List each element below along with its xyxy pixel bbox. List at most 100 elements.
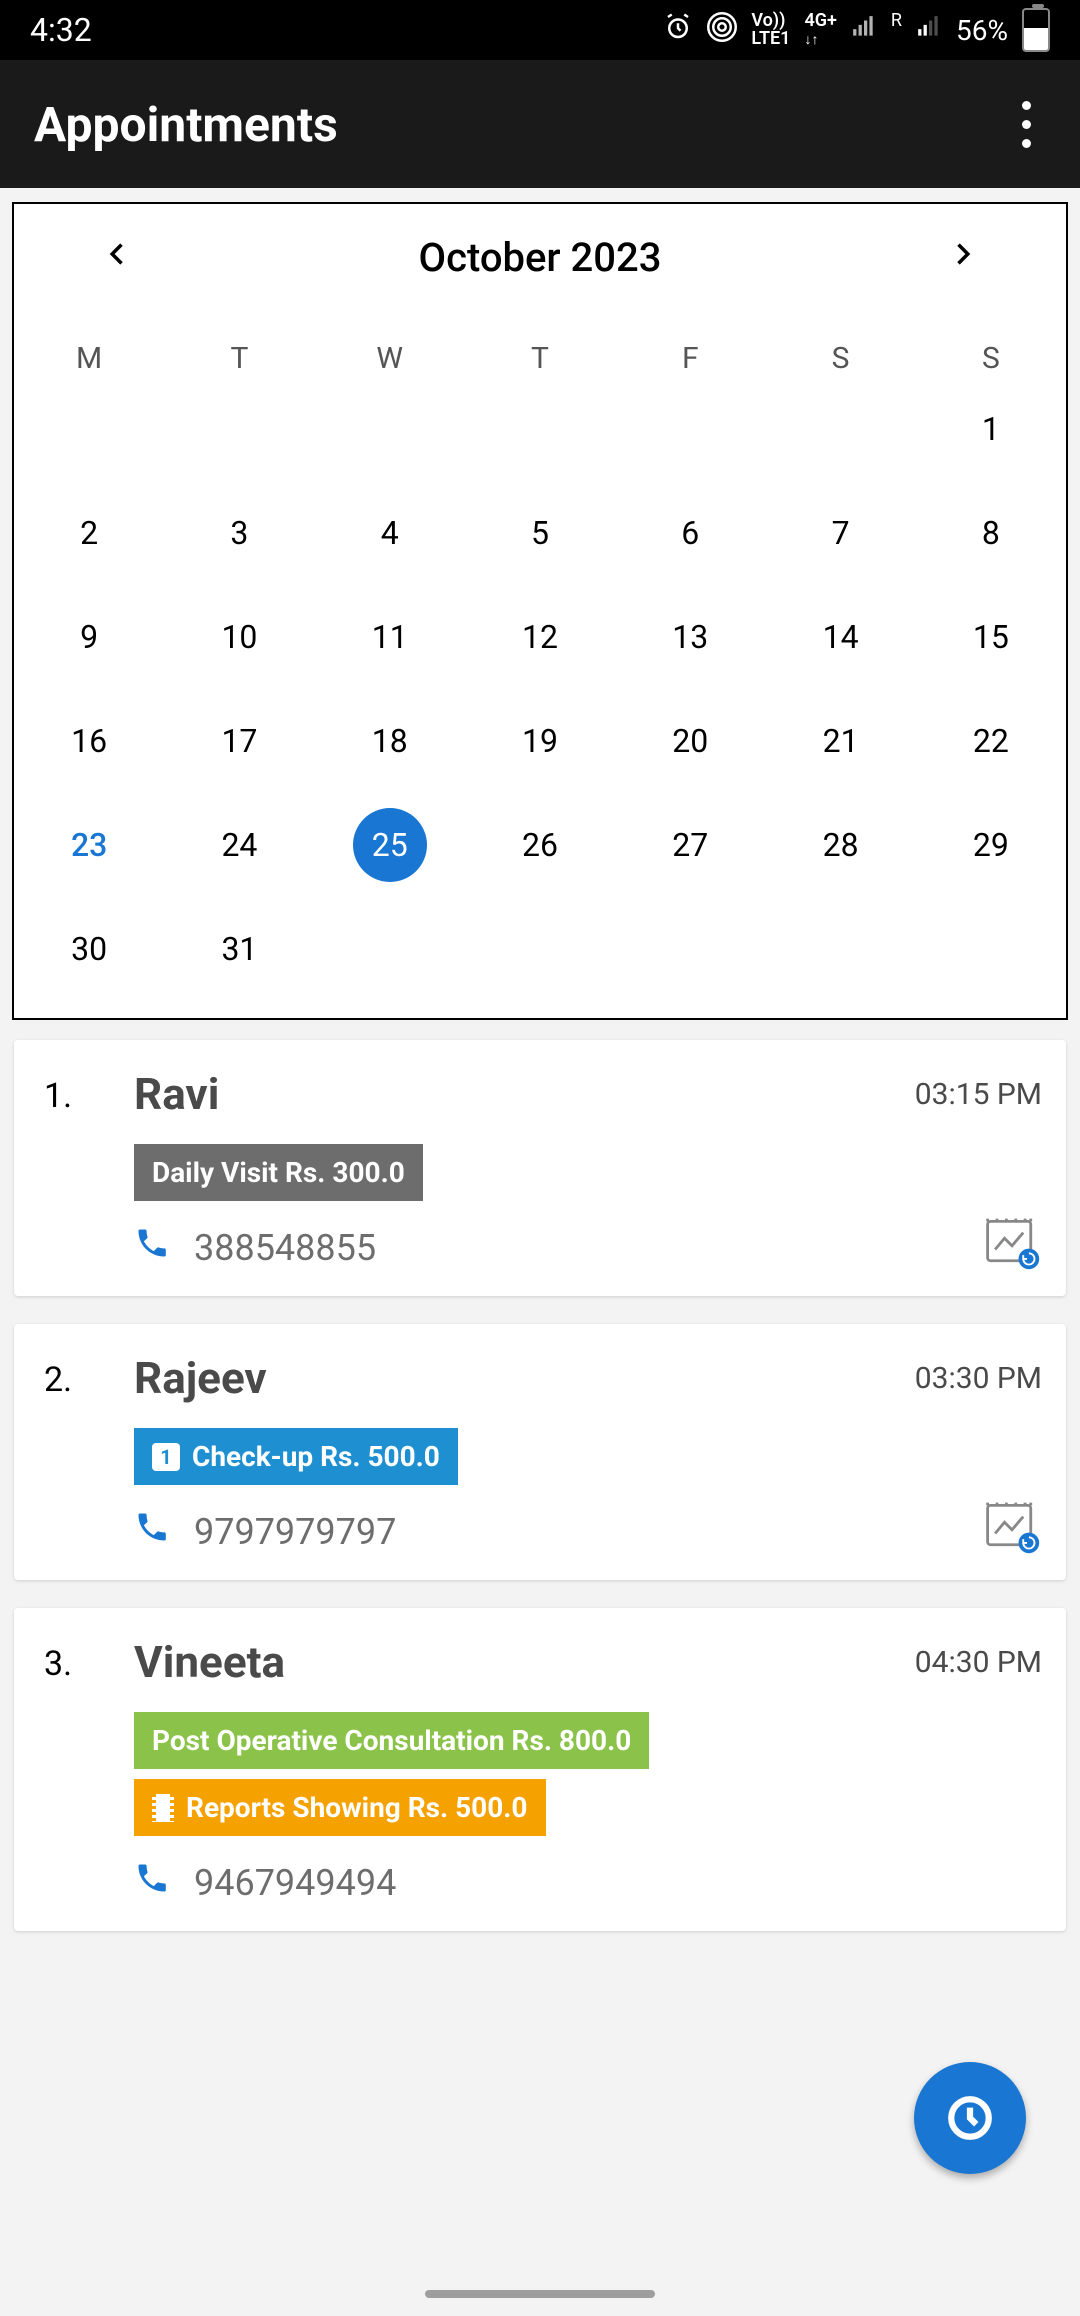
battery-icon <box>1022 8 1050 52</box>
nav-handle <box>425 2290 655 2298</box>
appointment-card[interactable]: 2. Rajeev 03:30 PM 1 Check-up Rs. 500.0 9797… <box>14 1324 1066 1580</box>
tag-list: Daily Visit Rs. 300.0 <box>134 1144 1042 1201</box>
overflow-menu-button[interactable] <box>1006 94 1046 154</box>
film-icon <box>152 1794 174 1822</box>
network-type: 4G+↓↑ <box>804 12 836 49</box>
calendar-day[interactable]: 27 <box>615 806 765 884</box>
status-bar: 4:32 Vo))LTE1 4G+↓↑ R 56% <box>0 0 1080 60</box>
phone-icon <box>134 1509 170 1554</box>
calendar-day[interactable]: 19 <box>465 702 615 780</box>
calendar-day[interactable]: 12 <box>465 598 615 676</box>
calendar-day <box>465 910 615 988</box>
patient-name: Ravi <box>134 1068 219 1120</box>
appointment-card[interactable]: 1.Ravi03:15 PMDaily Visit Rs. 300.0 3885… <box>14 1040 1066 1296</box>
calendar-day[interactable]: 14 <box>765 598 915 676</box>
weekday-cell: T <box>164 341 314 376</box>
calendar-day <box>765 390 915 468</box>
alarm-icon <box>663 12 693 49</box>
phone-row[interactable]: 388548855 <box>134 1225 1042 1270</box>
calendar-day[interactable]: 28 <box>765 806 915 884</box>
weekday-cell: F <box>615 341 765 376</box>
signal-bars-2-icon <box>916 14 942 47</box>
calendar-day <box>465 390 615 468</box>
calendar-day <box>916 910 1066 988</box>
calendar-month-label: October 2023 <box>419 234 662 281</box>
service-tag: Post Operative Consultation Rs. 800.0 <box>134 1712 649 1769</box>
calendar-day[interactable]: 2 <box>14 494 164 572</box>
calendar-day[interactable]: 10 <box>164 598 314 676</box>
appointment-index: 3. <box>44 1644 72 1684</box>
calendar-day[interactable]: 3 <box>164 494 314 572</box>
app-bar: Appointments <box>0 60 1080 188</box>
calendar-day[interactable]: 5 <box>465 494 615 572</box>
tag-text: Reports Showing Rs. 500.0 <box>186 1791 528 1824</box>
tag-text: Check-up Rs. 500.0 <box>192 1440 440 1473</box>
page-title: Appointments <box>34 96 338 153</box>
calendar-day[interactable]: 22 <box>916 702 1066 780</box>
weekday-cell: T <box>465 341 615 376</box>
calendar-day[interactable]: 23 <box>14 806 164 884</box>
calendar-day <box>765 910 915 988</box>
tag-text: Post Operative Consultation Rs. 800.0 <box>152 1724 631 1757</box>
calendar-day[interactable]: 4 <box>315 494 465 572</box>
history-icon[interactable] <box>982 1212 1042 1272</box>
weekday-cell: W <box>315 341 465 376</box>
calendar: October 2023 MTWTFSS 1234567891011121314… <box>12 202 1068 1020</box>
volte-indicator: Vo))LTE1 <box>751 12 790 48</box>
calendar-day[interactable]: 25 <box>315 806 465 884</box>
calendar-day[interactable]: 6 <box>615 494 765 572</box>
hotspot-icon <box>707 12 737 49</box>
calendar-day[interactable]: 30 <box>14 910 164 988</box>
phone-number: 9467949494 <box>194 1862 396 1904</box>
prev-month-button[interactable] <box>104 240 132 275</box>
appointment-time: 04:30 PM <box>915 1645 1042 1680</box>
calendar-grid: 1234567891011121314151617181920212223242… <box>14 390 1066 988</box>
weekday-header-row: MTWTFSS <box>14 341 1066 376</box>
history-icon[interactable] <box>982 1496 1042 1556</box>
calendar-day <box>615 390 765 468</box>
calendar-day[interactable]: 26 <box>465 806 615 884</box>
service-tag: Daily Visit Rs. 300.0 <box>134 1144 423 1201</box>
service-tag: 1 Check-up Rs. 500.0 <box>134 1428 458 1485</box>
appointment-card[interactable]: 3. Vineeta 04:30 PM Post Operative Consulta… <box>14 1608 1066 1931</box>
schedule-fab-button[interactable] <box>914 2062 1026 2174</box>
weekday-cell: M <box>14 341 164 376</box>
calendar-day[interactable]: 1 <box>916 390 1066 468</box>
calendar-day[interactable]: 29 <box>916 806 1066 884</box>
patient-name: Rajeev <box>134 1352 267 1404</box>
phone-row[interactable]: 9467949494 <box>134 1860 1042 1905</box>
appointment-time: 03:30 PM <box>915 1361 1042 1396</box>
appointment-time: 03:15 PM <box>915 1077 1042 1112</box>
calendar-day[interactable]: 31 <box>164 910 314 988</box>
calendar-day[interactable]: 15 <box>916 598 1066 676</box>
tag-list: 1 Check-up Rs. 500.0 <box>134 1428 1042 1485</box>
calendar-day[interactable]: 20 <box>615 702 765 780</box>
next-month-button[interactable] <box>948 240 976 275</box>
phone-icon <box>134 1225 170 1270</box>
calendar-day[interactable]: 18 <box>315 702 465 780</box>
service-tag: Reports Showing Rs. 500.0 <box>134 1779 546 1836</box>
calendar-day[interactable]: 7 <box>765 494 915 572</box>
calendar-day[interactable]: 8 <box>916 494 1066 572</box>
phone-icon <box>134 1860 170 1905</box>
calendar-day[interactable]: 11 <box>315 598 465 676</box>
calendar-day[interactable]: 9 <box>14 598 164 676</box>
appointment-index: 2. <box>44 1360 72 1400</box>
patient-name: Vineeta <box>134 1636 285 1688</box>
calendar-day[interactable]: 17 <box>164 702 314 780</box>
calendar-day[interactable]: 24 <box>164 806 314 884</box>
tag-badge: 1 <box>152 1443 180 1471</box>
calendar-day <box>315 910 465 988</box>
calendar-day <box>315 390 465 468</box>
phone-number: 388548855 <box>194 1227 376 1269</box>
calendar-day[interactable]: 16 <box>14 702 164 780</box>
roaming-indicator: R <box>891 10 902 31</box>
phone-row[interactable]: 9797979797 <box>134 1509 1042 1554</box>
phone-number: 9797979797 <box>194 1511 396 1553</box>
calendar-day[interactable]: 21 <box>765 702 915 780</box>
status-right: Vo))LTE1 4G+↓↑ R 56% <box>663 8 1050 52</box>
calendar-day <box>164 390 314 468</box>
calendar-day[interactable]: 13 <box>615 598 765 676</box>
weekday-cell: S <box>765 341 915 376</box>
tag-list: Post Operative Consultation Rs. 800.0 Rep… <box>134 1712 1042 1836</box>
